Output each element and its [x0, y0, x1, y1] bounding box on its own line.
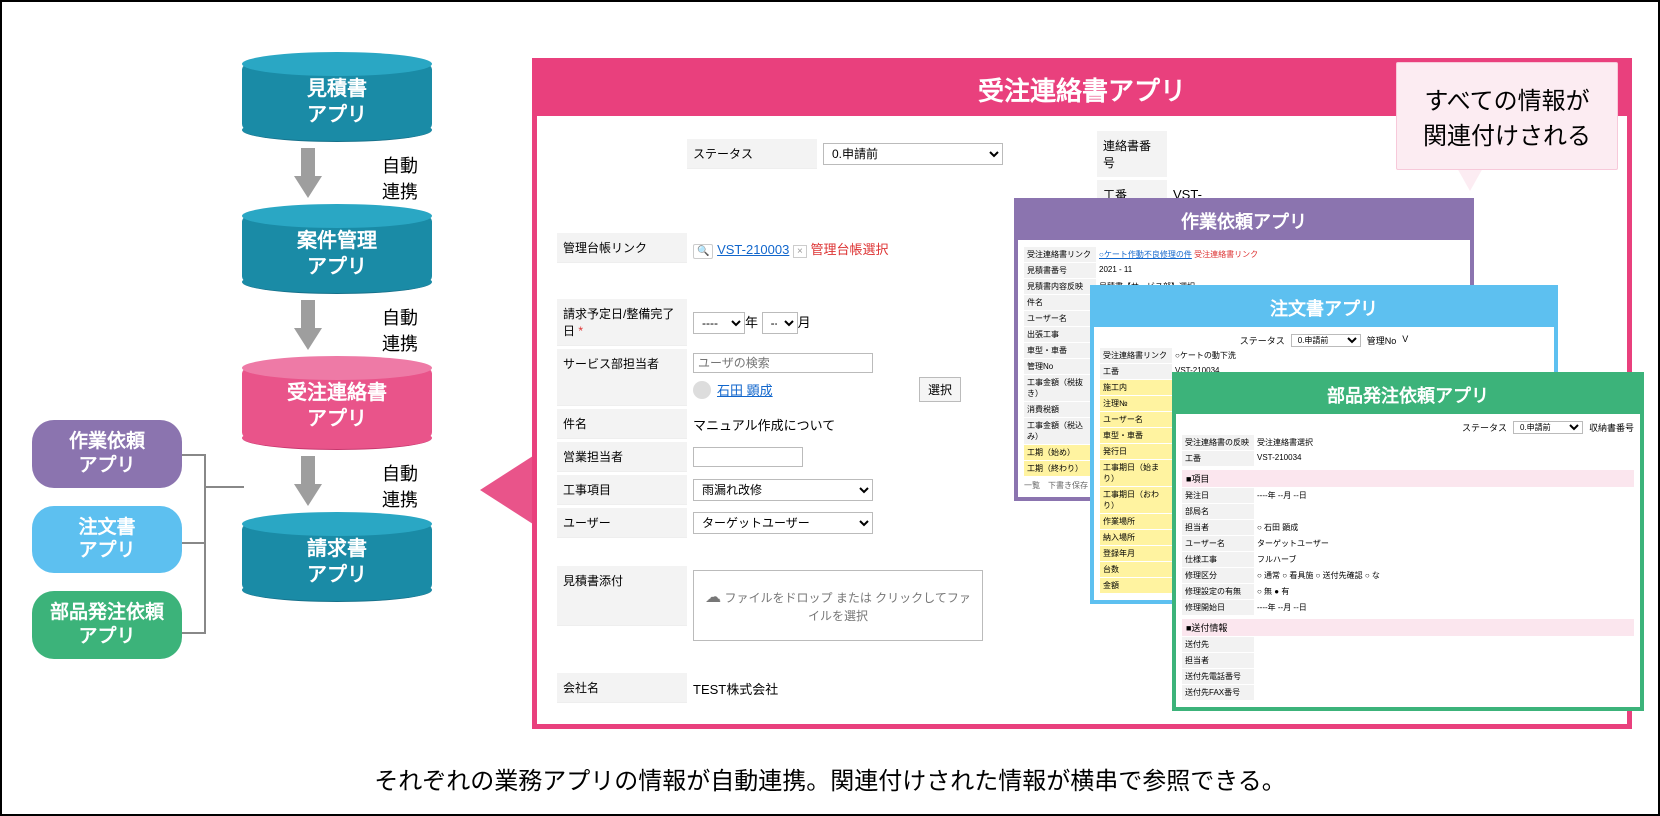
subject-value: マニュアル作成について	[687, 411, 967, 438]
contactno-label: 連絡書番号	[1097, 131, 1167, 177]
mini-parts-panel: 部品発注依頼アプリ ステータス 0.申請前 収納書番号 受注連絡書の反映受注連絡…	[1172, 372, 1644, 711]
salesrep-label: 営業担当者	[557, 442, 687, 472]
ledger-link[interactable]: VST-210003	[717, 242, 789, 257]
month-select[interactable]: --	[762, 312, 798, 334]
workitem-select[interactable]: 雨漏れ改修	[693, 479, 873, 501]
node-order-contact: 受注連絡書 アプリ	[242, 356, 432, 450]
mini-order-status[interactable]: 0.申請前	[1291, 334, 1361, 347]
user-search-input[interactable]	[693, 353, 873, 373]
clear-icon[interactable]: ×	[793, 245, 807, 258]
pointer-icon	[480, 454, 536, 526]
billdate-label: 請求予定日/整備完了日	[557, 299, 687, 346]
user-link[interactable]: 石田 顕成	[717, 380, 773, 399]
ledger-label: 管理台帳リンク	[557, 233, 687, 263]
node-case-mgmt: 案件管理 アプリ	[242, 204, 432, 294]
ledger-action[interactable]: 管理台帳選択	[810, 242, 888, 257]
side-parts-request: 部品発注依頼 アプリ	[32, 591, 182, 659]
status-label: ステータス	[687, 139, 817, 169]
company-value: TEST株式会社	[687, 675, 967, 702]
company-label: 会社名	[557, 673, 687, 703]
workitem-label: 工事項目	[557, 475, 687, 505]
salesrep-input[interactable]	[693, 447, 803, 467]
attach-label: 見積書添付	[557, 566, 687, 626]
node-estimate: 見積書 アプリ	[242, 52, 432, 142]
user-label: ユーザー	[557, 508, 687, 538]
servicerep-label: サービス部担当者	[557, 349, 687, 406]
avatar-icon	[693, 381, 711, 399]
caption: それぞれの業務アプリの情報が自動連携。関連付けされた情報が横串で参照できる。	[2, 761, 1658, 796]
status-select[interactable]: 0.申請前	[823, 143, 1003, 165]
side-order: 注文書 アプリ	[32, 506, 182, 574]
user-select[interactable]: ターゲットユーザー	[693, 512, 873, 534]
side-work-request: 作業依頼 アプリ	[32, 420, 182, 488]
subject-label: 件名	[557, 409, 687, 439]
callout: すべての情報が 関連付けされる	[1396, 62, 1618, 170]
select-button[interactable]: 選択	[919, 377, 961, 402]
node-invoice: 請求書 アプリ	[242, 512, 432, 602]
side-apps: 作業依頼 アプリ 注文書 アプリ 部品発注依頼 アプリ	[32, 420, 182, 677]
year-select[interactable]: ----	[693, 312, 745, 334]
mini-parts-status[interactable]: 0.申請前	[1513, 421, 1583, 434]
file-dropzone[interactable]: ☁ ファイルをドロップ または クリックしてファイルを選択	[693, 570, 983, 641]
